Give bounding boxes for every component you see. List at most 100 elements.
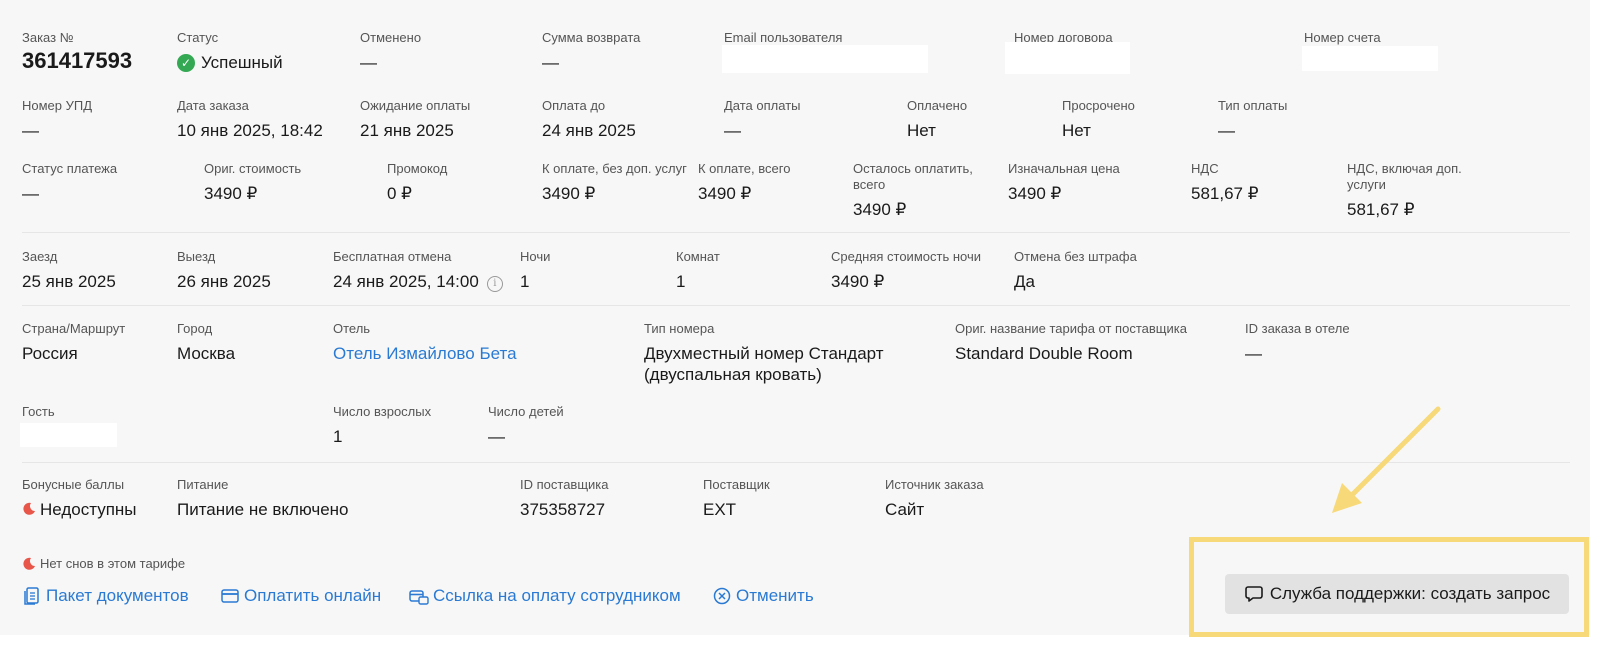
children-value: —	[488, 427, 505, 446]
source-value: Сайт	[885, 500, 925, 519]
pay-type-label: Тип оплаты	[1218, 98, 1288, 113]
no-penalty-value: Да	[1014, 272, 1035, 291]
pay-status-label: Статус платежа	[22, 161, 118, 176]
cancel-circle-icon	[713, 587, 731, 605]
paid-field: Оплачено Нет	[907, 98, 967, 141]
supplier-value: EXT	[703, 500, 737, 519]
nights-field: Ночи 1	[520, 249, 550, 292]
order-number-label: Заказ №	[22, 30, 74, 45]
supplier-label: Поставщик	[703, 477, 770, 492]
no-penalty-label: Отмена без штрафа	[1014, 249, 1137, 264]
tariff-value: Standard Double Room	[955, 344, 1133, 363]
cancel-link[interactable]: Отменить	[712, 586, 814, 606]
room-type-label: Тип номера	[644, 321, 715, 336]
room-type-field: Тип номера Двухместный номер Стандарт (д…	[644, 321, 924, 385]
chat-icon	[1245, 586, 1263, 602]
documents-label: Пакет документов	[46, 586, 189, 605]
checkout-value: 26 янв 2025	[177, 272, 271, 291]
supplier-field: Поставщик EXT	[703, 477, 770, 520]
pay-online-label: Оплатить онлайн	[244, 586, 382, 605]
country-value: Россия	[22, 344, 78, 363]
country-label: Страна/Маршрут	[22, 321, 126, 336]
order-number-field: Заказ № 361417593	[22, 30, 133, 73]
info-icon[interactable]: i	[486, 276, 503, 292]
pay-until-field: Оплата до 24 янв 2025	[542, 98, 636, 141]
arrow-icon	[1332, 406, 1441, 513]
hotel-order-id-field: ID заказа в отеле —	[1245, 321, 1350, 364]
vat-extra-value: 581,67 ₽	[1347, 200, 1415, 219]
supplier-id-field: ID поставщика 375358727	[520, 477, 609, 520]
moon-icon	[23, 557, 35, 570]
pay-date-field: Дата оплаты —	[724, 98, 801, 141]
awaiting-label: Ожидание оплаты	[360, 98, 471, 113]
avg-night-value: 3490 ₽	[831, 272, 885, 291]
orig-cost-value: 3490 ₽	[204, 184, 258, 203]
hotel-order-id-label: ID заказа в отеле	[1245, 321, 1350, 336]
status-label: Статус	[177, 30, 219, 45]
overdue-field: Просрочено Нет	[1062, 98, 1135, 141]
cancelled-label: Отменено	[360, 30, 422, 45]
free-cancel-value: 24 янв 2025, 14:00	[333, 272, 479, 291]
tariff-field: Ориг. название тарифа от поставщика Stan…	[955, 321, 1187, 364]
support-request-label: Служба поддержки: создать запрос	[1269, 584, 1551, 603]
paid-label: Оплачено	[907, 98, 968, 113]
city-label: Город	[177, 321, 213, 336]
guest-redacted	[20, 423, 117, 447]
pay-online-link[interactable]: Оплатить онлайн	[220, 586, 381, 606]
city-field: Город Москва	[177, 321, 235, 364]
hotel-link[interactable]: Отель Измайлово Бета	[333, 343, 517, 364]
pay-status-field: Статус платежа —	[22, 161, 117, 204]
meal-field: Питание Питание не включено	[177, 477, 349, 520]
order-number: 361417593	[22, 48, 133, 73]
initial-price-field: Изначальная цена 3490 ₽	[1008, 161, 1120, 204]
pay-link-link[interactable]: Ссылка на оплату сотрудником	[409, 586, 681, 606]
document-icon	[24, 587, 39, 605]
avg-night-field: Средняя стоимость ночи 3490 ₽	[831, 249, 981, 292]
overdue-label: Просрочено	[1062, 98, 1135, 113]
children-field: Число детей —	[488, 404, 564, 447]
country-field: Страна/Маршрут Россия	[22, 321, 125, 364]
upd-value: —	[22, 121, 39, 140]
remaining-value: 3490 ₽	[853, 200, 907, 219]
adults-label: Число взрослых	[333, 404, 432, 419]
vat-label: НДС	[1191, 161, 1219, 176]
remaining-label: Осталось оплатить, всего	[853, 161, 973, 192]
nights-value: 1	[520, 272, 530, 291]
pay-type-value: —	[1218, 121, 1235, 140]
checkout-field: Выезд 26 янв 2025	[177, 249, 271, 292]
order-date-label: Дата заказа	[177, 98, 249, 113]
pay-link-label: Ссылка на оплату сотрудником	[433, 586, 681, 605]
note-text: Нет снов в этом тарифе	[40, 556, 186, 571]
rooms-field: Комнат 1	[676, 249, 720, 292]
documents-link[interactable]: Пакет документов	[22, 586, 189, 606]
refund-field: Сумма возврата —	[542, 30, 640, 73]
cancel-label: Отменить	[736, 586, 814, 605]
check-circle-icon: ✓	[177, 54, 195, 72]
avg-night-label: Средняя стоимость ночи	[831, 249, 981, 264]
hotel-field: Отель Отель Измайлово Бета	[333, 321, 517, 364]
vat-value: 581,67 ₽	[1191, 184, 1259, 203]
order-date-value: 10 янв 2025, 18:42	[177, 121, 323, 140]
free-cancel-field: Бесплатная отмена 24 янв 2025, 14:00 i	[333, 249, 503, 292]
support-request-button[interactable]: Служба поддержки: создать запрос	[1225, 574, 1569, 614]
pay-status-value: —	[22, 184, 39, 203]
account-label: Номер счета	[1304, 30, 1381, 45]
rooms-label: Комнат	[676, 249, 720, 264]
nights-label: Ночи	[520, 249, 551, 264]
tariff-label: Ориг. название тарифа от поставщика	[955, 321, 1187, 336]
room-type-value: Двухместный номер Стандарт (двуспальная …	[644, 344, 884, 384]
email-label: Email пользователя	[724, 30, 843, 45]
meal-label: Питание	[177, 477, 229, 492]
rooms-value: 1	[676, 272, 686, 291]
pay-until-label: Оплата до	[542, 98, 606, 113]
email-redacted	[722, 45, 928, 73]
pay-date-value: —	[724, 121, 741, 140]
upd-field: Номер УПД —	[22, 98, 92, 141]
contract-redacted	[1005, 42, 1130, 74]
promo-value: 0 ₽	[387, 184, 412, 203]
meal-value: Питание не включено	[177, 500, 349, 519]
status-field: Статус ✓ Успешный	[177, 30, 283, 73]
to-pay-total-label: К оплате, всего	[698, 161, 791, 176]
to-pay-no-extra-value: 3490 ₽	[542, 184, 596, 203]
overdue-value: Нет	[1062, 121, 1091, 140]
